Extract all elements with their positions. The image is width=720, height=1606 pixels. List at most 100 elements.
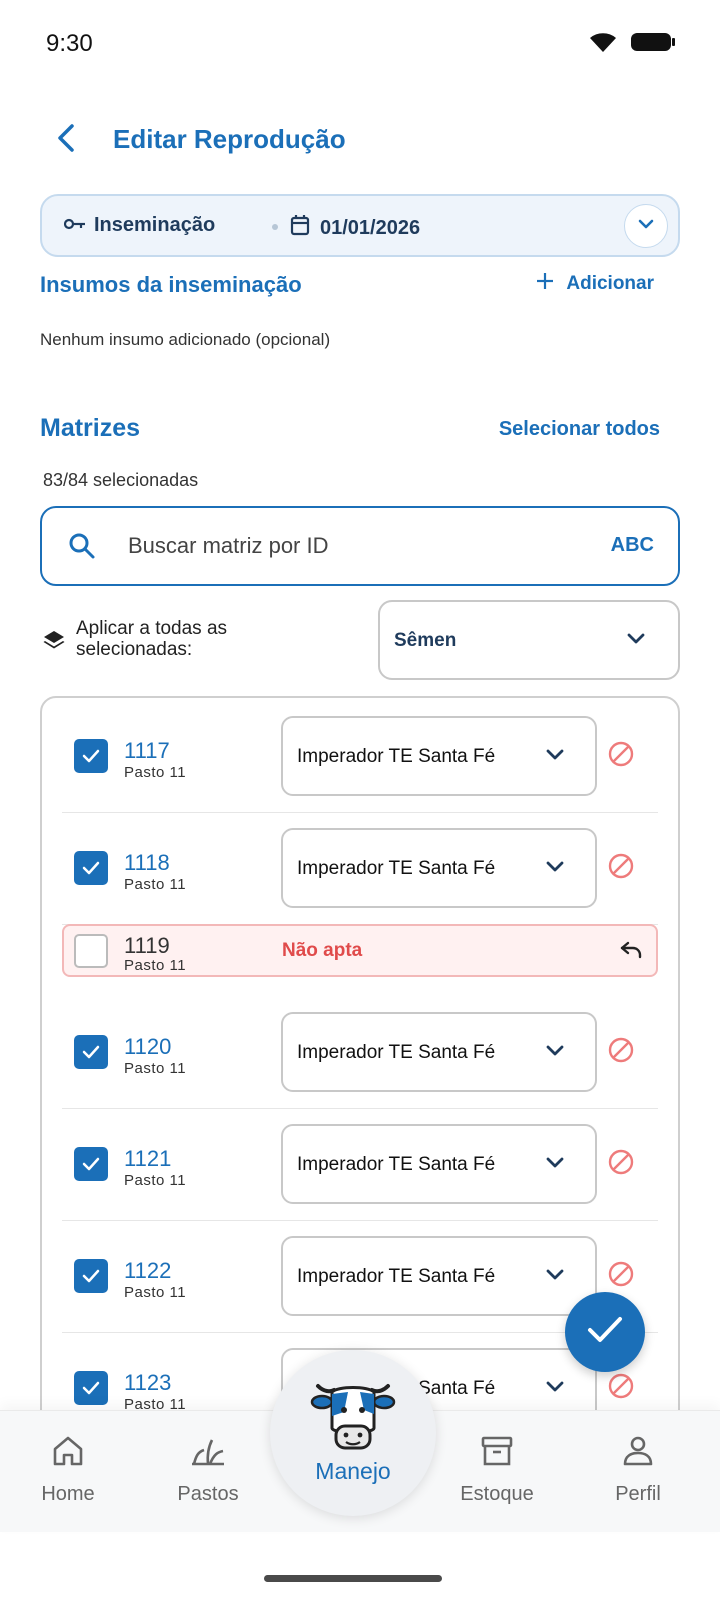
mark-unfit-icon[interactable] [607,1372,635,1405]
matriz-pasto: Pasto 11 [124,1060,187,1077]
battery-icon [630,30,676,59]
back-arrow-icon [54,123,78,158]
matriz-row-unfit: 1119 Pasto 11 Não apta [62,924,658,977]
chevron-down-icon [545,1044,565,1063]
matriz-id: 1117 [124,738,170,763]
add-insumo-label: Adicionar [566,273,654,294]
search-icon [68,532,96,565]
apply-all-label: Aplicar a todas as selecionadas: [76,618,228,660]
search-box: ABC [40,506,680,586]
matriz-row: 1120 Pasto 11 Imperador TE Santa Fé [62,994,658,1109]
semen-select[interactable]: Imperador TE Santa Fé [281,716,597,796]
chevron-down-icon [637,217,655,235]
mark-unfit-icon[interactable] [607,1036,635,1069]
nav-manejo[interactable]: Manejo [270,1350,436,1516]
key-icon [63,214,86,237]
status-icons [588,30,676,59]
calendar-icon [290,214,310,242]
insumos-empty-text: Nenhum insumo adicionado (opcional) [40,330,331,349]
home-indicator [264,1575,442,1582]
matriz-pasto: Pasto 11 [124,876,187,893]
matrizes-section-title: Matrizes [40,414,141,442]
home-icon [8,1431,128,1471]
apply-all-select[interactable]: Sêmen [378,600,680,680]
matriz-id: 1121 [124,1146,172,1171]
page-title: Editar Reprodução [113,124,346,154]
semen-value: Imperador TE Santa Fé [297,1154,496,1175]
expand-summary-button[interactable] [624,204,668,248]
matriz-id: 1123 [124,1370,172,1395]
chevron-down-icon [545,1156,565,1175]
back-button[interactable] [46,120,86,160]
nav-estoque-label: Estoque [460,1483,534,1505]
summary-date-label: 01/01/2026 [320,216,421,239]
semen-value: Imperador TE Santa Fé [297,746,496,767]
chevron-down-icon [545,1268,565,1287]
nav-home[interactable]: Home [8,1431,128,1506]
semen-select[interactable]: Imperador TE Santa Fé [281,1236,597,1316]
status-time: 9:30 [46,30,93,57]
selected-count: 83/84 selecionadas [43,470,199,490]
row-checkbox[interactable] [74,1035,108,1069]
add-insumo-button[interactable]: Adicionar [536,272,654,296]
semen-value: Imperador TE Santa Fé [297,1266,496,1287]
cow-icon [308,1372,398,1463]
nav-pastos-label: Pastos [177,1483,239,1505]
chevron-down-icon [545,748,565,767]
chevron-down-icon [545,1380,565,1399]
mark-unfit-icon[interactable] [607,1148,635,1181]
plus-icon [536,272,554,296]
layers-icon [42,628,66,657]
insumos-section-title: Insumos da inseminação [40,272,302,297]
chevron-down-icon [545,860,565,879]
matriz-id: 1122 [124,1258,172,1283]
semen-select[interactable]: Imperador TE Santa Fé [281,1012,597,1092]
select-all-button[interactable]: Selecionar todos [499,418,660,441]
matriz-id: 1119 [124,933,170,958]
row-checkbox[interactable] [74,1147,108,1181]
keyboard-toggle-button[interactable]: ABC [611,534,654,557]
summary-type: Inseminação [63,214,216,237]
matriz-pasto: Pasto 11 [124,1172,187,1189]
row-checkbox[interactable] [74,934,108,968]
separator-dot [272,224,278,230]
matriz-row: 1118 Pasto 11 Imperador TE Santa Fé [62,810,658,925]
row-checkbox[interactable] [74,739,108,773]
nav-home-label: Home [41,1483,95,1505]
wifi-icon [588,30,618,59]
matriz-pasto: Pasto 11 [124,957,187,974]
chevron-down-icon [626,632,646,651]
reproduction-summary-card: Inseminação 01/01/2026 [40,194,680,257]
undo-icon[interactable] [618,940,644,967]
mark-unfit-icon[interactable] [607,852,635,885]
search-input[interactable] [128,508,568,584]
apply-all-value: Sêmen [394,630,457,651]
row-checkbox[interactable] [74,1371,108,1405]
matriz-row: 1121 Pasto 11 Imperador TE Santa Fé [62,1106,658,1221]
nav-pastos[interactable]: Pastos [148,1431,268,1506]
row-checkbox[interactable] [74,1259,108,1293]
grass-icon [148,1431,268,1471]
row-checkbox[interactable] [74,851,108,885]
summary-type-label: Inseminação [94,214,216,236]
nav-manejo-label: Manejo [315,1458,391,1484]
header: Editar Reprodução [0,110,720,170]
apply-all-row: Aplicar a todas as selecionadas: Sêmen [40,600,680,682]
semen-select[interactable]: Imperador TE Santa Fé [281,1124,597,1204]
nav-perfil-label: Perfil [615,1483,661,1505]
matriz-pasto: Pasto 11 [124,1284,187,1301]
matriz-id: 1118 [124,850,170,875]
matriz-id: 1120 [124,1034,172,1059]
summary-date: 01/01/2026 [290,214,420,242]
mark-unfit-icon[interactable] [607,740,635,773]
nav-estoque[interactable]: Estoque [437,1431,557,1506]
unfit-status: Não apta [282,940,363,961]
semen-value: Imperador TE Santa Fé [297,1042,496,1063]
matriz-row: 1117 Pasto 11 Imperador TE Santa Fé [62,698,658,813]
mark-unfit-icon[interactable] [607,1260,635,1293]
semen-select[interactable]: Imperador TE Santa Fé [281,828,597,908]
nav-perfil[interactable]: Perfil [578,1431,698,1506]
confirm-button[interactable] [565,1292,645,1372]
person-icon [578,1431,698,1471]
matriz-pasto: Pasto 11 [124,764,187,781]
